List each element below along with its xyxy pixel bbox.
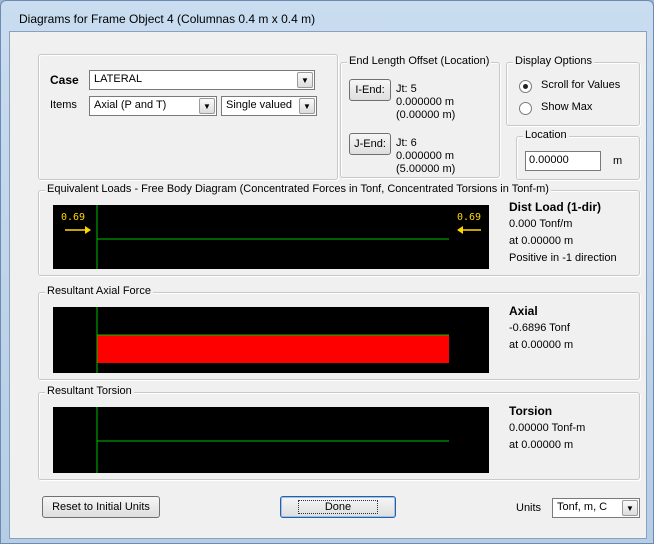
fbd-info-at: at 0.00000 m [509,235,574,247]
torsion-plot [53,407,489,473]
fbd-info-title: Dist Load (1-dir) [509,200,601,214]
done-button-label: Done [297,500,379,514]
case-select[interactable]: LATERAL ▼ [89,70,315,90]
scroll-for-values-label[interactable]: Scroll for Values [541,79,620,91]
items-select[interactable]: Axial (P and T) ▼ [89,96,217,116]
done-button[interactable]: Done [280,496,396,518]
fbd-info-direction: Positive in -1 direction [509,252,617,264]
torsion-legend: Resultant Torsion [45,385,134,397]
dropdown-arrow-icon[interactable]: ▼ [297,72,313,88]
load-arrow-left-icon [457,226,481,234]
value-mode-select[interactable]: Single valued ▼ [221,96,317,116]
reset-units-button[interactable]: Reset to Initial Units [42,496,160,518]
window-title: Diagrams for Frame Object 4 (Columnas 0.… [19,12,316,26]
j-end-joint: Jt: 6 [396,137,417,149]
display-options-group: Display Options Scroll for Values Show M… [506,55,640,126]
value-mode-select-value: Single valued [226,99,293,111]
end-offset-legend: End Length Offset (Location) [347,55,492,67]
fbd-plot-svg: 0.69 0.69 [61,205,481,269]
j-end-info: Jt: 6 0.000000 m (5.00000 m) [396,137,455,176]
torsion-info: Torsion 0.00000 Tonf-m at 0.00000 m [509,403,585,454]
torsion-info-title: Torsion [509,404,553,418]
fbd-info: Dist Load (1-dir) 0.000 Tonf/m at 0.0000… [509,199,617,267]
i-end-location: (0.00000 m) [396,109,456,121]
j-end-offset: 0.000000 m [396,150,455,162]
i-end-info: Jt: 5 0.000000 m (0.00000 m) [396,83,455,122]
i-end-joint: Jt: 5 [396,83,417,95]
fbd-plot: 0.69 0.69 [53,205,489,269]
axial-info-title: Axial [509,304,538,318]
case-select-value: LATERAL [94,73,143,85]
dialog-window: Diagrams for Frame Object 4 (Columnas 0.… [0,0,654,544]
torsion-info-at: at 0.00000 m [509,439,574,451]
dropdown-arrow-icon[interactable]: ▼ [299,98,315,114]
axial-info: Axial -0.6896 Tonf at 0.00000 m [509,303,573,354]
display-options-legend: Display Options [513,55,595,67]
j-end-location: (5.00000 m) [396,163,456,175]
i-end-offset: 0.000000 m [396,96,455,108]
dialog-client-area: Case LATERAL ▼ Items Axial (P and T) ▼ S… [9,31,647,539]
items-select-value: Axial (P and T) [94,99,167,111]
location-unit: m [613,155,623,167]
location-group: Location 0.00000 m [516,129,640,180]
fbd-group: Equivalent Loads - Free Body Diagram (Co… [38,183,640,276]
show-max-label[interactable]: Show Max [541,101,592,113]
axial-info-value: -0.6896 Tonf [509,322,570,334]
load-arrow-right-icon [65,226,91,234]
axial-plot-svg [96,307,449,373]
fbd-left-load-label: 0.69 [61,212,85,223]
fbd-right-load-label: 0.69 [457,212,481,223]
dropdown-arrow-icon[interactable]: ▼ [199,98,215,114]
fbd-legend: Equivalent Loads - Free Body Diagram (Co… [45,183,551,195]
units-select[interactable]: Tonf, m, C ▼ [552,498,640,518]
axial-legend: Resultant Axial Force [45,285,153,297]
axial-group: Resultant Axial Force Axial -0.6896 Tonf… [38,285,640,380]
torsion-plot-svg [96,407,449,473]
torsion-info-value: 0.00000 Tonf-m [509,422,586,434]
items-label: Items [50,99,77,111]
case-group: Case LATERAL ▼ Items Axial (P and T) ▼ S… [38,54,338,180]
units-label: Units [516,502,542,514]
fbd-info-value: 0.000 Tonf/m [509,218,573,230]
location-input[interactable]: 0.00000 [525,151,601,171]
i-end-button[interactable]: I-End: [349,79,391,101]
units-select-value: Tonf, m, C [557,501,608,513]
show-max-radio[interactable] [519,102,532,115]
dropdown-arrow-icon[interactable]: ▼ [622,500,638,516]
torsion-group: Resultant Torsion Torsion 0.00000 Tonf-m… [38,385,640,480]
j-end-button[interactable]: J-End: [349,133,391,155]
scroll-for-values-radio[interactable] [519,80,532,93]
end-offset-group: End Length Offset (Location) I-End: Jt: … [340,55,500,178]
axial-plot [53,307,489,373]
axial-info-at: at 0.00000 m [509,339,574,351]
location-legend: Location [523,129,569,141]
axial-diagram-fill [97,335,449,363]
case-label: Case [50,73,79,87]
